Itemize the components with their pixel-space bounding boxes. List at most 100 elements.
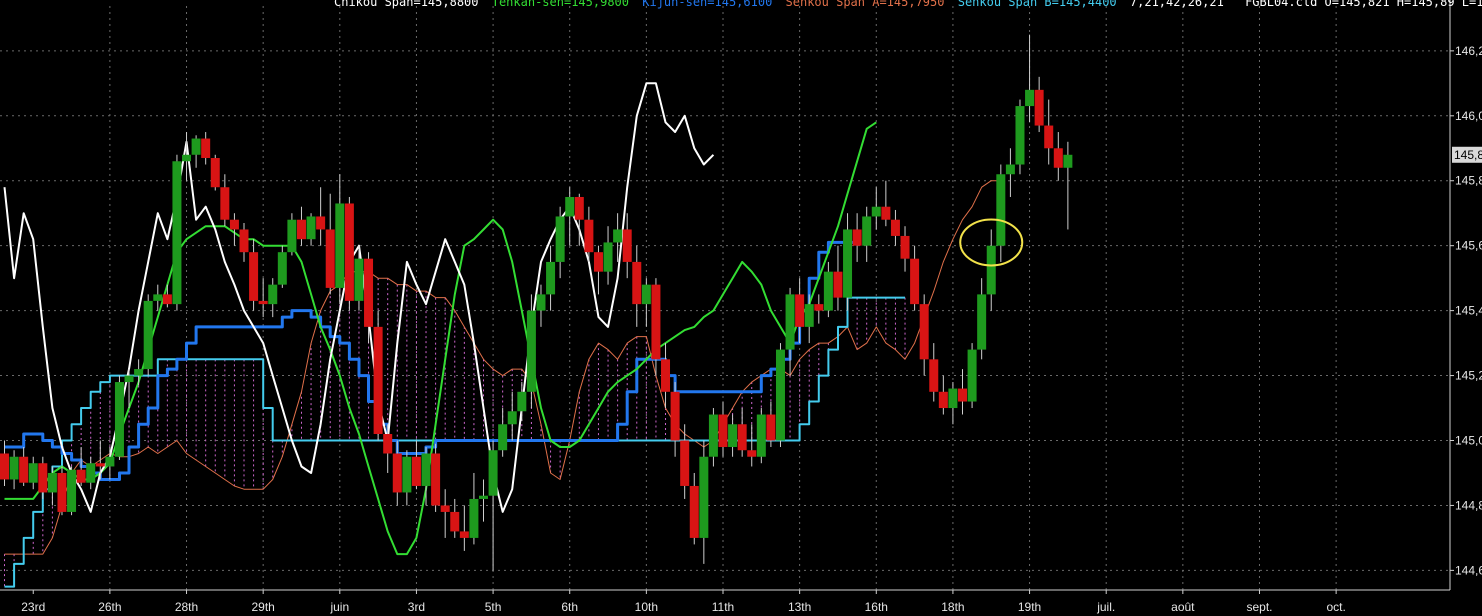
candle-up [469, 498, 479, 538]
candle-down [201, 138, 211, 159]
candle-up [143, 300, 153, 370]
candle-down [229, 219, 239, 230]
candle-down [344, 203, 354, 301]
y-tick-label: 145,8 [1455, 174, 1482, 188]
candle-up [105, 456, 115, 467]
candle-up [134, 369, 144, 376]
indicator-header: Chikou Span=145,8800 Tenkan-sen=145,9800… [334, 0, 1482, 9]
x-tick-label: juil. [1096, 600, 1115, 614]
candle-up [335, 203, 345, 288]
candle-up [977, 294, 987, 350]
candle-down [890, 219, 900, 236]
candle-down [431, 453, 441, 506]
candle-down [833, 271, 843, 298]
x-tick-label: 26th [98, 600, 121, 614]
candle-up [9, 456, 19, 480]
candle-down [316, 216, 326, 230]
candle-down [95, 463, 105, 467]
candle-up [86, 463, 96, 483]
candle-down [881, 206, 891, 220]
candle-down [249, 252, 259, 301]
candle-down [689, 485, 699, 538]
candle-down [0, 453, 9, 480]
candle-down [1034, 89, 1044, 126]
x-tick-label: 3rd [408, 600, 425, 614]
candle-up [603, 242, 613, 272]
x-tick-label: 6th [561, 600, 578, 614]
candle-up [153, 294, 163, 301]
candle-down [584, 219, 594, 253]
candle-up [728, 424, 738, 447]
x-tick-label: 11th [712, 600, 734, 614]
candle-up [488, 450, 498, 496]
x-tick-label: 29th [251, 600, 274, 614]
candle-up [479, 495, 488, 499]
candle-down [938, 391, 948, 409]
x-tick-label: 13th [788, 600, 811, 614]
candle-up [641, 284, 651, 305]
candle-down [373, 326, 383, 435]
candle-up [526, 310, 536, 392]
candle-down [19, 456, 29, 483]
candle-down [766, 414, 776, 441]
candle-down [459, 531, 469, 538]
candle-up [862, 216, 872, 246]
candle-down [220, 187, 230, 220]
candle-up [172, 161, 182, 305]
candle-up [67, 469, 77, 512]
y-tick-label: 145,4 [1455, 304, 1482, 318]
candle-up [114, 382, 124, 457]
candle-down [364, 258, 374, 327]
candle-up [804, 304, 814, 327]
candle-down [651, 284, 661, 360]
x-tick-label: 10th [635, 600, 658, 614]
candle-down [38, 463, 48, 493]
candle-up [785, 294, 795, 350]
ichimoku-chart[interactable]: 144,6 144,8 145,0 145,2 145,4 145,6 145,8 146,0… [0, 0, 1482, 616]
candle-down [1044, 125, 1054, 149]
candle-down [795, 294, 805, 327]
candle-up [28, 463, 38, 483]
candle-up [823, 271, 833, 311]
candle-up [1005, 164, 1015, 175]
tenkan-sen-value: Tenkan-sen=145,9800 [492, 0, 629, 9]
candle-up [948, 388, 958, 409]
candle-up [421, 453, 431, 486]
candle-down [929, 359, 939, 392]
candle-up [555, 216, 565, 262]
candle-up [268, 284, 278, 305]
candle-up [507, 411, 517, 425]
candle-down [1053, 148, 1063, 168]
y-tick-label: 146,0 [1455, 109, 1482, 123]
y-tick-label: 146,2 [1455, 44, 1482, 58]
candle-up [1063, 154, 1073, 168]
x-tick-label: 19th [1018, 600, 1041, 614]
x-tick-label: 23rd [21, 600, 45, 614]
candle-up [871, 206, 881, 217]
candle-up [613, 229, 623, 243]
candle-down [718, 414, 728, 447]
x-tick-label: juin [329, 600, 349, 614]
candle-down [325, 229, 335, 288]
candle-up [536, 294, 546, 311]
x-tick-label: 5th [485, 600, 502, 614]
candle-down [239, 229, 249, 253]
y-tick-label: 145,0 [1455, 434, 1482, 448]
candle-down [411, 456, 421, 486]
y-tick-label: 145,6 [1455, 239, 1482, 253]
current-price-label: 145,8 [1454, 148, 1482, 162]
candle-up [546, 261, 556, 295]
x-tick-label: oct. [1326, 600, 1345, 614]
candle-down [76, 469, 86, 483]
x-tick-label: 28th [175, 600, 198, 614]
candle-down [814, 304, 824, 311]
candle-down [57, 472, 67, 512]
candle-down [258, 300, 268, 305]
candle-down [593, 252, 603, 272]
candle-up [124, 375, 134, 383]
candle-up [775, 349, 785, 441]
candle-down [622, 229, 632, 262]
senkou-span-b-value: Senkou Span B=145,4400 [958, 0, 1117, 9]
chikou-span-value: Chikou Span=145,8800 [334, 0, 479, 9]
candle-up [47, 472, 57, 493]
